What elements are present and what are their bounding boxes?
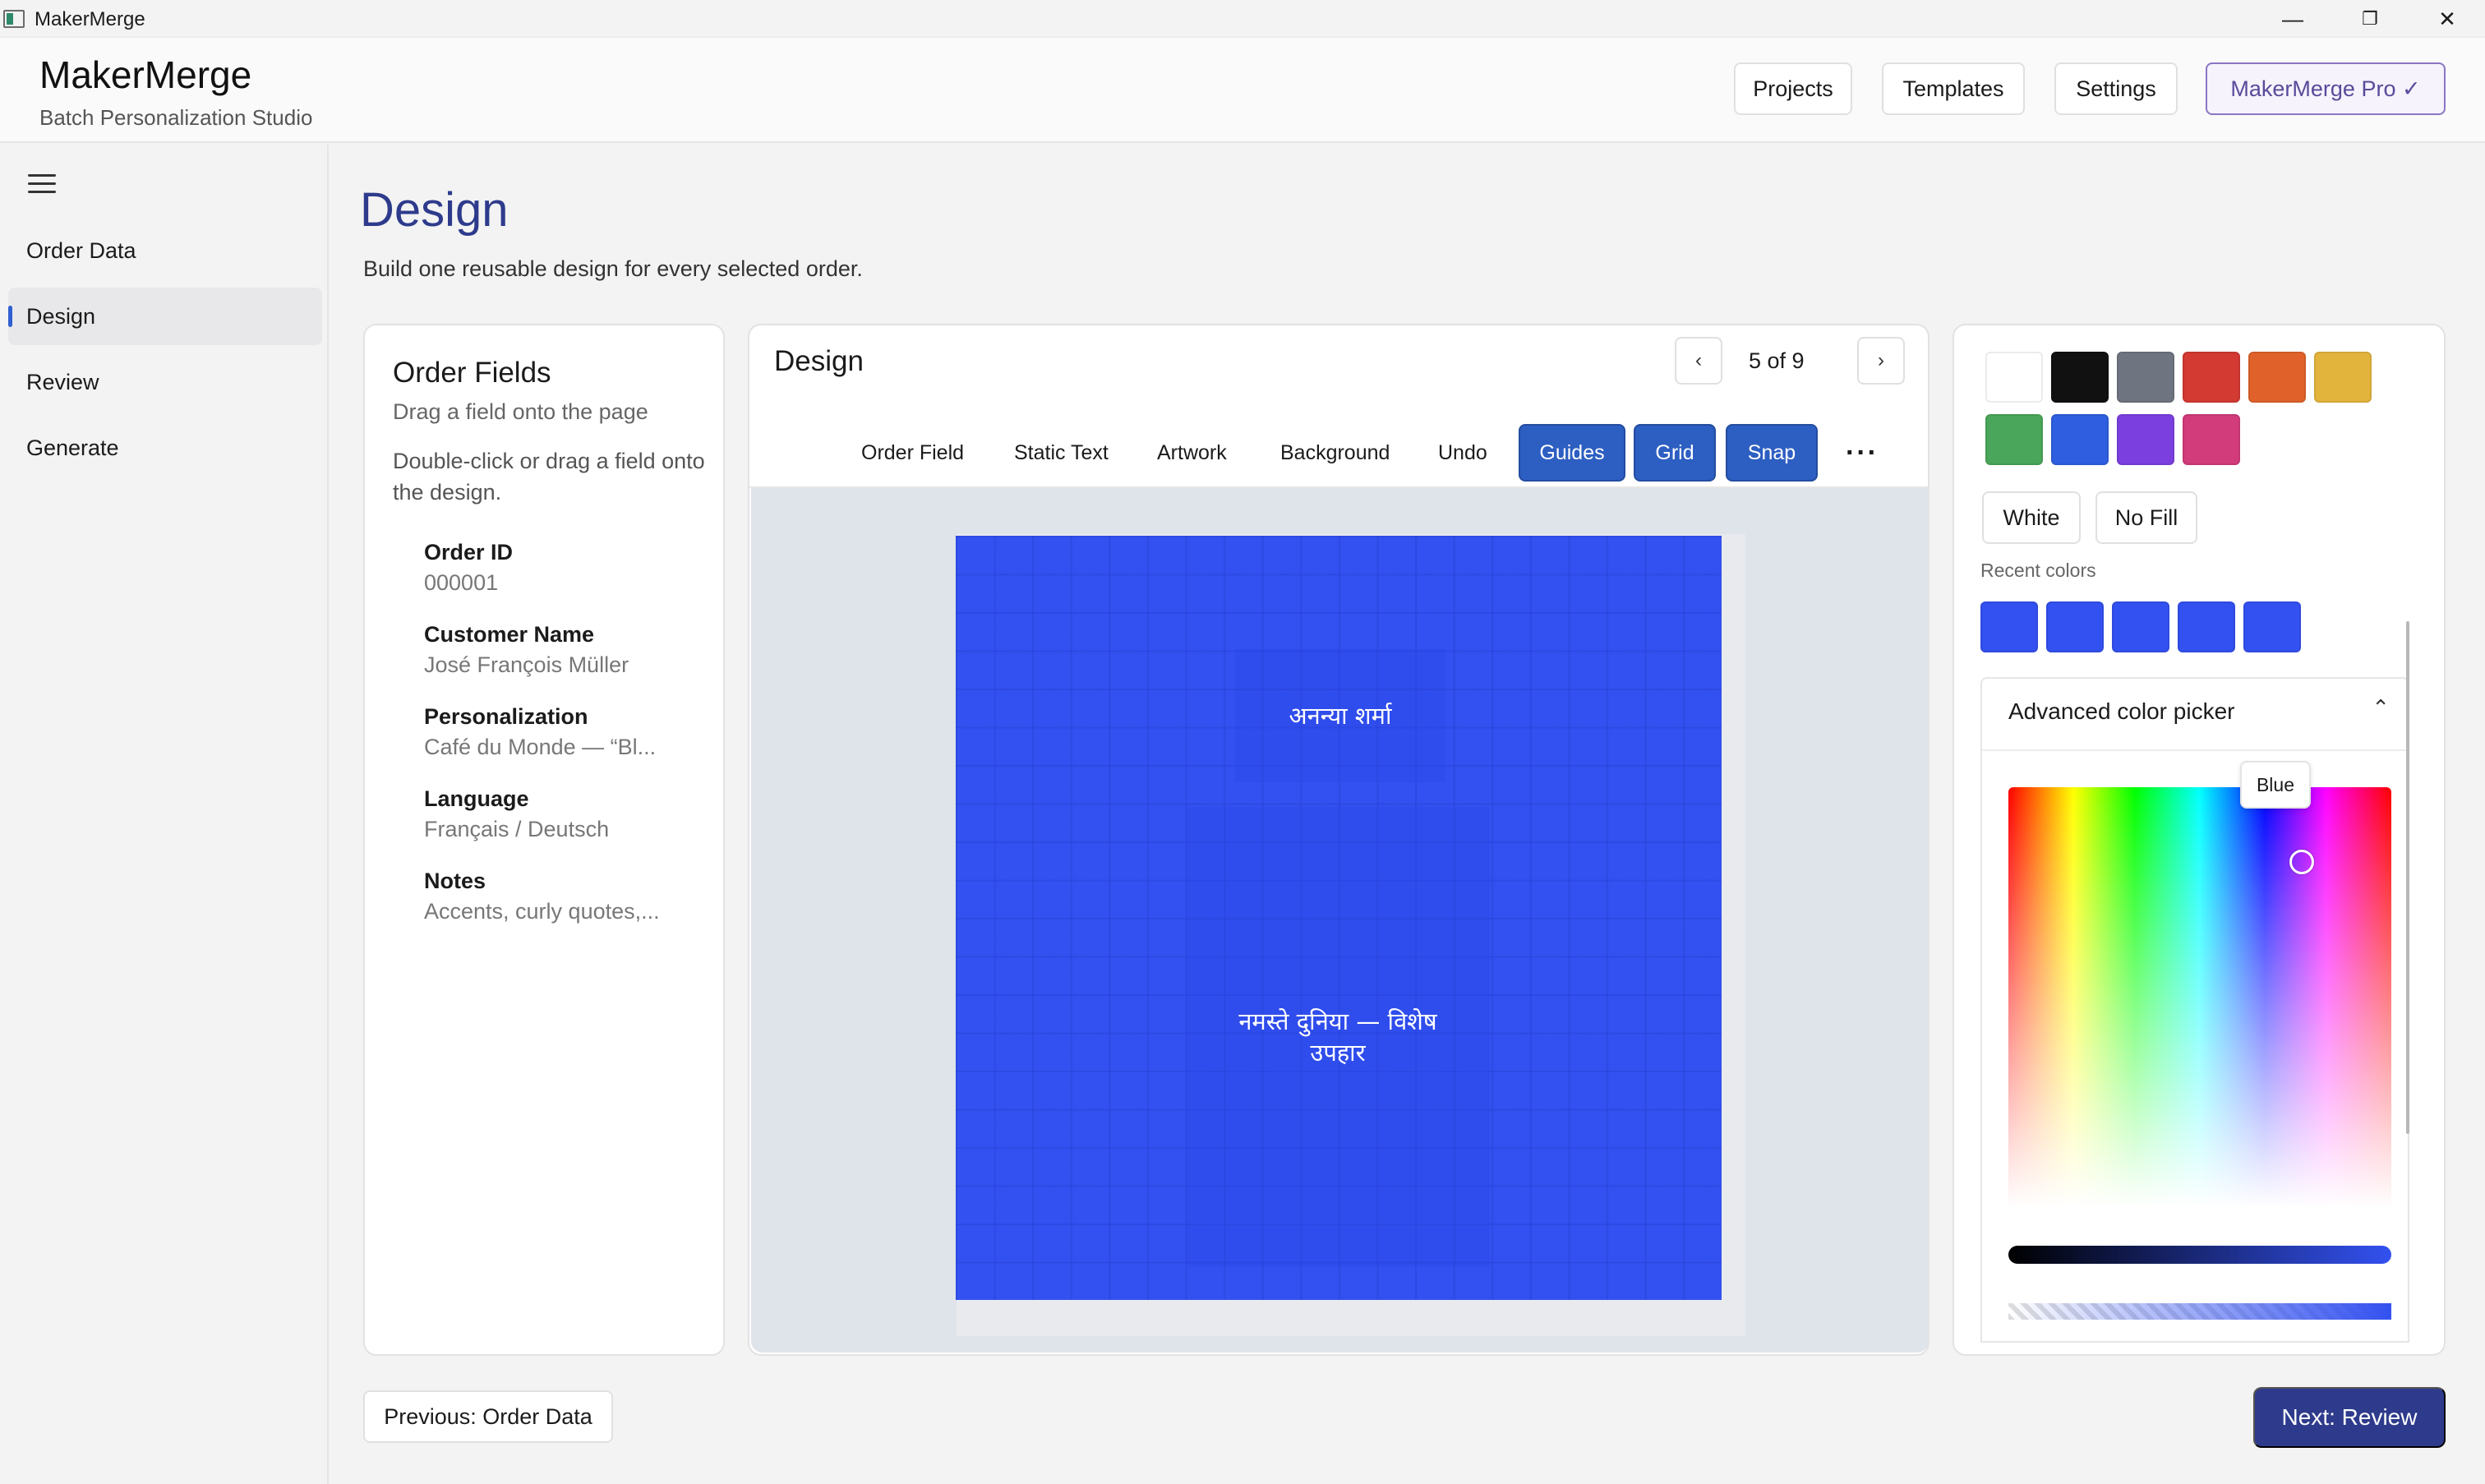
recent-colors-label: Recent colors	[1980, 560, 2096, 581]
order-fields-hint: Drag a field onto the page	[393, 399, 648, 424]
restore-button[interactable]: ❐	[2329, 0, 2411, 38]
field-name: Notes	[424, 869, 486, 893]
order-field-item[interactable]: Personalization Café du Monde — “Bl...	[424, 702, 687, 763]
canvas-text-greeting[interactable]: नमस्ते दुनिया — विशेष उपहार	[1186, 807, 1490, 1267]
recent-color[interactable]	[2243, 601, 2301, 652]
swatch-red[interactable]	[2183, 352, 2240, 403]
order-field-item[interactable]: Customer Name José François Müller	[424, 620, 687, 680]
canvas-text-name[interactable]: अनन्या शर्मा	[1235, 649, 1445, 782]
app-icon	[3, 10, 25, 28]
recent-color[interactable]	[2178, 601, 2235, 652]
prev-page-button[interactable]: ‹	[1675, 337, 1722, 385]
field-value: 000001	[424, 570, 499, 595]
order-fields-panel: Order Fields Drag a field onto the page …	[363, 324, 725, 1356]
color-spectrum[interactable]	[2008, 787, 2391, 1208]
order-field-tool[interactable]: Order Field	[861, 424, 964, 482]
sidebar-item-order-data[interactable]: Order Data	[8, 222, 322, 279]
advanced-picker-label: Advanced color picker	[2008, 698, 2235, 724]
color-panel: White No Fill Recent colors Advanced col…	[1952, 324, 2446, 1356]
recent-color[interactable]	[1980, 601, 2038, 652]
recent-color[interactable]	[2112, 601, 2169, 652]
snap-toggle[interactable]: Snap	[1726, 424, 1818, 482]
brightness-slider[interactable]	[2008, 1246, 2391, 1264]
guides-toggle[interactable]: Guides	[1519, 424, 1625, 482]
page-indicator: 5 of 9	[1749, 348, 1805, 373]
order-field-item[interactable]: Language Français / Deutsch	[424, 784, 687, 845]
static-text-tool[interactable]: Static Text	[1014, 424, 1109, 482]
no-fill-button[interactable]: No Fill	[2095, 491, 2197, 544]
app-subtitle: Batch Personalization Studio	[39, 105, 313, 130]
grid-toggle[interactable]: Grid	[1634, 424, 1716, 482]
projects-button[interactable]: Projects	[1734, 62, 1852, 115]
sidebar-item-design[interactable]: Design	[8, 288, 322, 345]
page-title: Design	[360, 183, 509, 237]
field-name: Order ID	[424, 540, 514, 565]
next-page-button[interactable]: ›	[1857, 337, 1905, 385]
close-button[interactable]: ✕	[2406, 0, 2485, 38]
field-value: Café du Monde — “Bl...	[424, 735, 657, 759]
minimize-button[interactable]: —	[2252, 0, 2334, 38]
design-artboard[interactable]: अनन्या शर्मा नमस्ते दुनिया — विशेष उपहार	[956, 536, 1722, 1300]
opacity-slider[interactable]	[2008, 1303, 2391, 1320]
order-field-item[interactable]: Order ID 000001	[424, 537, 687, 598]
design-panel-title: Design	[774, 345, 864, 377]
field-name: Personalization	[424, 704, 588, 729]
swatch-white[interactable]	[1985, 352, 2043, 403]
swatch-orange[interactable]	[2248, 352, 2306, 403]
window-title: MakerMerge	[35, 8, 145, 30]
app-brand: MakerMerge	[39, 53, 252, 96]
field-value: José François Müller	[424, 652, 629, 677]
next-step-button[interactable]: Next: Review	[2253, 1387, 2446, 1448]
color-panel-scrollbar[interactable]	[2406, 621, 2409, 1134]
chevron-up-icon[interactable]: ⌃	[2372, 695, 2390, 721]
field-name: Customer Name	[424, 622, 595, 647]
swatch-green[interactable]	[1985, 414, 2043, 465]
order-fields-title: Order Fields	[393, 357, 551, 389]
templates-button[interactable]: Templates	[1882, 62, 2025, 115]
order-fields-instructions: Double-click or drag a field onto the de…	[393, 449, 705, 505]
artwork-tool[interactable]: Artwork	[1157, 424, 1227, 482]
swatch-yellow[interactable]	[2314, 352, 2372, 403]
color-picker-handle[interactable]	[2289, 850, 2314, 874]
white-fill-button[interactable]: White	[1982, 491, 2081, 544]
swatch-black[interactable]	[2051, 352, 2109, 403]
swatch-gray[interactable]	[2117, 352, 2174, 403]
swatch-purple[interactable]	[2117, 414, 2174, 465]
field-value: Accents, curly quotes,...	[424, 899, 660, 924]
sidebar-item-review[interactable]: Review	[8, 353, 322, 411]
canvas-greeting-text: नमस्ते दुनिया — विशेष उपहार	[1238, 1007, 1437, 1067]
background-tool[interactable]: Background	[1280, 424, 1390, 482]
sidebar-item-generate[interactable]: Generate	[8, 419, 322, 477]
sidebar: Order Data Design Review Generate	[0, 145, 329, 1484]
pro-button[interactable]: MakerMerge Pro ✓	[2206, 62, 2446, 115]
advanced-color-picker: Advanced color picker ⌃	[1980, 677, 2409, 1343]
advanced-picker-header[interactable]: Advanced color picker ⌃	[1982, 679, 2408, 751]
color-tooltip: Blue	[2240, 761, 2311, 809]
settings-button[interactable]: Settings	[2054, 62, 2178, 115]
undo-button[interactable]: Undo	[1438, 424, 1487, 482]
recent-color[interactable]	[2046, 601, 2104, 652]
swatch-pink[interactable]	[2183, 414, 2240, 465]
previous-step-button[interactable]: Previous: Order Data	[363, 1390, 613, 1443]
more-options-icon[interactable]: ···	[1846, 424, 1879, 482]
field-value: Français / Deutsch	[424, 817, 610, 841]
page-subtitle: Build one reusable design for every sele…	[363, 256, 863, 281]
window-titlebar: MakerMerge — ❐ ✕	[0, 0, 2485, 38]
app-header: MakerMerge Batch Personalization Studio …	[0, 38, 2485, 143]
order-field-item[interactable]: Notes Accents, curly quotes,...	[424, 866, 687, 927]
menu-icon[interactable]	[28, 174, 56, 194]
swatch-blue[interactable]	[2051, 414, 2109, 465]
field-name: Language	[424, 786, 529, 811]
